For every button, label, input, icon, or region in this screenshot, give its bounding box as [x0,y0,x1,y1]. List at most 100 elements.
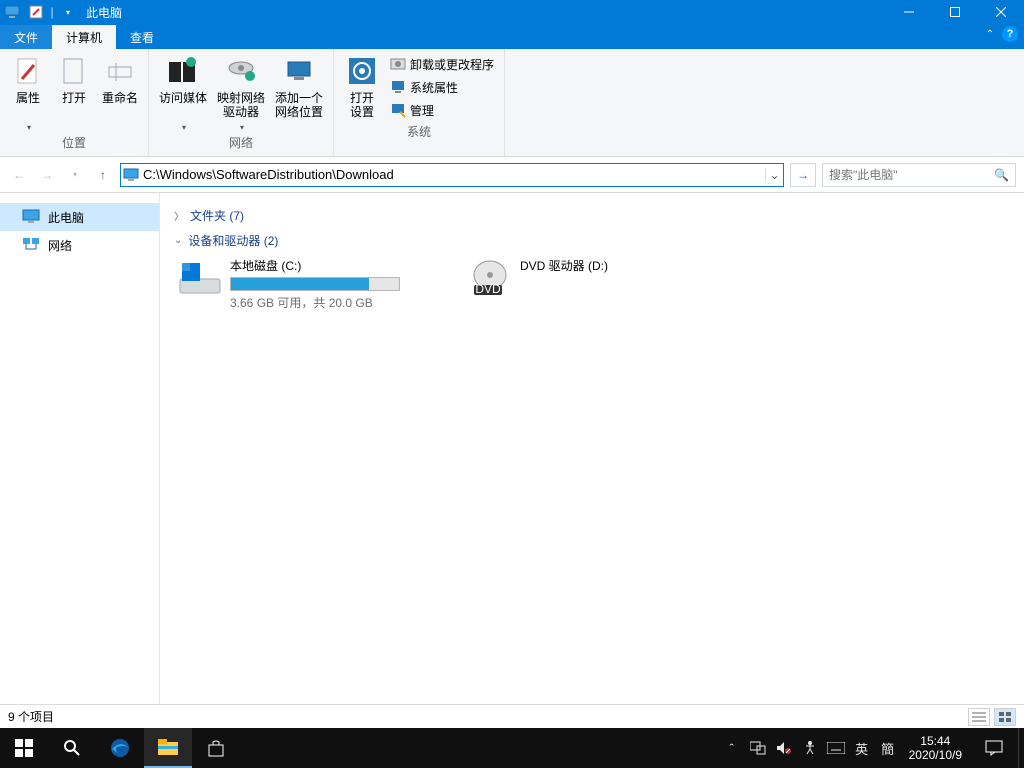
go-button[interactable]: → [790,163,816,187]
minimize-button[interactable] [886,0,932,24]
quick-access-toolbar: | ▾ [24,2,80,22]
drive-sub: 3.66 GB 可用，共 20.0 GB [230,294,400,311]
drive-icon [178,257,222,301]
tray-ime2[interactable]: 簡 [879,739,897,757]
search-icon: 🔍 [994,168,1009,182]
action-center-button[interactable] [970,728,1018,768]
body: 此电脑 网络 〉 文件夹 (7) ⌄ 设备和驱动器 (2) 本地磁盘 (C:) [0,193,1024,704]
properties-icon [12,55,44,87]
taskbar-store[interactable] [192,728,240,768]
address-bar[interactable]: ⌄ [120,163,784,187]
tab-computer[interactable]: 计算机 [52,25,116,49]
start-button[interactable] [0,728,48,768]
ribbon-collapse-icon[interactable]: ⌃ [986,29,994,40]
capacity-bar [230,277,400,291]
sidebar: 此电脑 网络 [0,193,160,704]
ribbon-tabs: 文件 计算机 查看 ⌃ ? [0,24,1024,49]
taskbar: ˆ 英 簡 15:44 2020/10/9 [0,728,1024,768]
sidebar-item-label: 此电脑 [48,209,84,226]
group-title: 设备和驱动器 (2) [188,232,278,249]
sidebar-item-network[interactable]: 网络 [0,231,159,259]
open-settings-button[interactable]: 打开 设置 [340,51,384,121]
main-pane: 〉 文件夹 (7) ⌄ 设备和驱动器 (2) 本地磁盘 (C:) 3.66 GB… [160,193,1024,704]
titlebar: | ▾ 此电脑 [0,0,1024,24]
sidebar-item-thispc[interactable]: 此电脑 [0,203,159,231]
tab-file[interactable]: 文件 [0,25,52,49]
qat-properties-icon[interactable] [26,2,46,22]
access-media-button[interactable]: 访问媒体 [155,51,211,132]
view-tiles-button[interactable] [994,708,1016,726]
dvd-icon: DVD [468,257,512,301]
open-icon [58,55,90,87]
qat-dropdown-icon[interactable]: ▾ [58,2,78,22]
clock-date: 2020/10/9 [909,748,962,762]
help-icon[interactable]: ? [1002,26,1018,42]
uninstall-icon [390,56,406,72]
manage-icon [390,102,406,118]
ribbon-group-location: 属性 打开 重命名 位置 [0,49,149,156]
chevron-down-icon: ⌄ [174,235,182,246]
navigation-bar: ← → ▾ ↑ ⌄ → 搜索"此电脑" 🔍 [0,157,1024,193]
recent-dropdown[interactable]: ▾ [64,164,86,186]
settings-icon [346,55,378,87]
this-pc-icon [2,2,22,22]
ribbon: 属性 打开 重命名 位置 访问媒体 映射网络 驱动器 [0,49,1024,157]
drive-name: DVD 驱动器 (D:) [520,257,608,274]
show-desktop-button[interactable] [1018,728,1024,768]
sysprops-icon [390,79,406,95]
system-properties-button[interactable]: 系统属性 [386,76,498,98]
manage-button[interactable]: 管理 [386,99,498,121]
map-drive-icon [225,55,257,87]
chevron-right-icon: 〉 [174,208,184,223]
tray-overflow-icon[interactable]: ˆ [723,739,741,757]
tray-volume-icon[interactable] [775,739,793,757]
group-label-network: 网络 [155,132,327,154]
tray-ime1[interactable]: 英 [853,739,871,757]
maximize-button[interactable] [932,0,978,24]
taskbar-clock[interactable]: 15:44 2020/10/9 [901,734,970,762]
drive-d[interactable]: DVD DVD 驱动器 (D:) [468,257,718,311]
clock-time: 15:44 [909,734,962,748]
taskbar-edge[interactable] [96,728,144,768]
add-network-icon [283,55,315,87]
tray-keyboard-icon[interactable] [827,739,845,757]
group-title: 文件夹 (7) [190,207,244,224]
uninstall-button[interactable]: 卸载或更改程序 [386,53,498,75]
sidebar-item-label: 网络 [48,237,72,254]
window-title: 此电脑 [86,4,122,21]
system-tray: ˆ 英 簡 [723,739,901,757]
address-input[interactable] [141,165,765,185]
address-dropdown[interactable]: ⌄ [765,168,783,182]
this-pc-icon [22,208,40,226]
drive-name: 本地磁盘 (C:) [230,257,400,274]
drive-c[interactable]: 本地磁盘 (C:) 3.66 GB 可用，共 20.0 GB [178,257,428,311]
status-items: 9 个项目 [8,708,54,725]
rename-icon [104,55,136,87]
taskbar-explorer[interactable] [144,728,192,768]
tray-devices-icon[interactable] [749,739,767,757]
map-drive-button[interactable]: 映射网络 驱动器 [213,51,269,132]
add-network-button[interactable]: 添加一个 网络位置 [271,51,327,132]
close-button[interactable] [978,0,1024,24]
up-button[interactable]: ↑ [92,164,114,186]
tab-view[interactable]: 查看 [116,25,168,49]
search-button[interactable] [48,728,96,768]
open-button[interactable]: 打开 [52,51,96,132]
address-pc-icon [121,168,141,182]
drives-row: 本地磁盘 (C:) 3.66 GB 可用，共 20.0 GB DVD DVD 驱… [168,257,1016,311]
media-icon [167,55,199,87]
svg-text:DVD: DVD [475,282,501,296]
group-label-location: 位置 [6,132,142,154]
view-details-button[interactable] [968,708,990,726]
group-label-system: 系统 [340,121,498,143]
status-bar: 9 个项目 [0,704,1024,728]
network-icon [22,236,40,254]
properties-button[interactable]: 属性 [6,51,50,132]
forward-button[interactable]: → [36,164,58,186]
group-devices[interactable]: ⌄ 设备和驱动器 (2) [174,232,1016,249]
group-folders[interactable]: 〉 文件夹 (7) [174,207,1016,224]
search-box[interactable]: 搜索"此电脑" 🔍 [822,163,1016,187]
rename-button[interactable]: 重命名 [98,51,142,132]
back-button[interactable]: ← [8,164,30,186]
tray-accessibility-icon[interactable] [801,739,819,757]
